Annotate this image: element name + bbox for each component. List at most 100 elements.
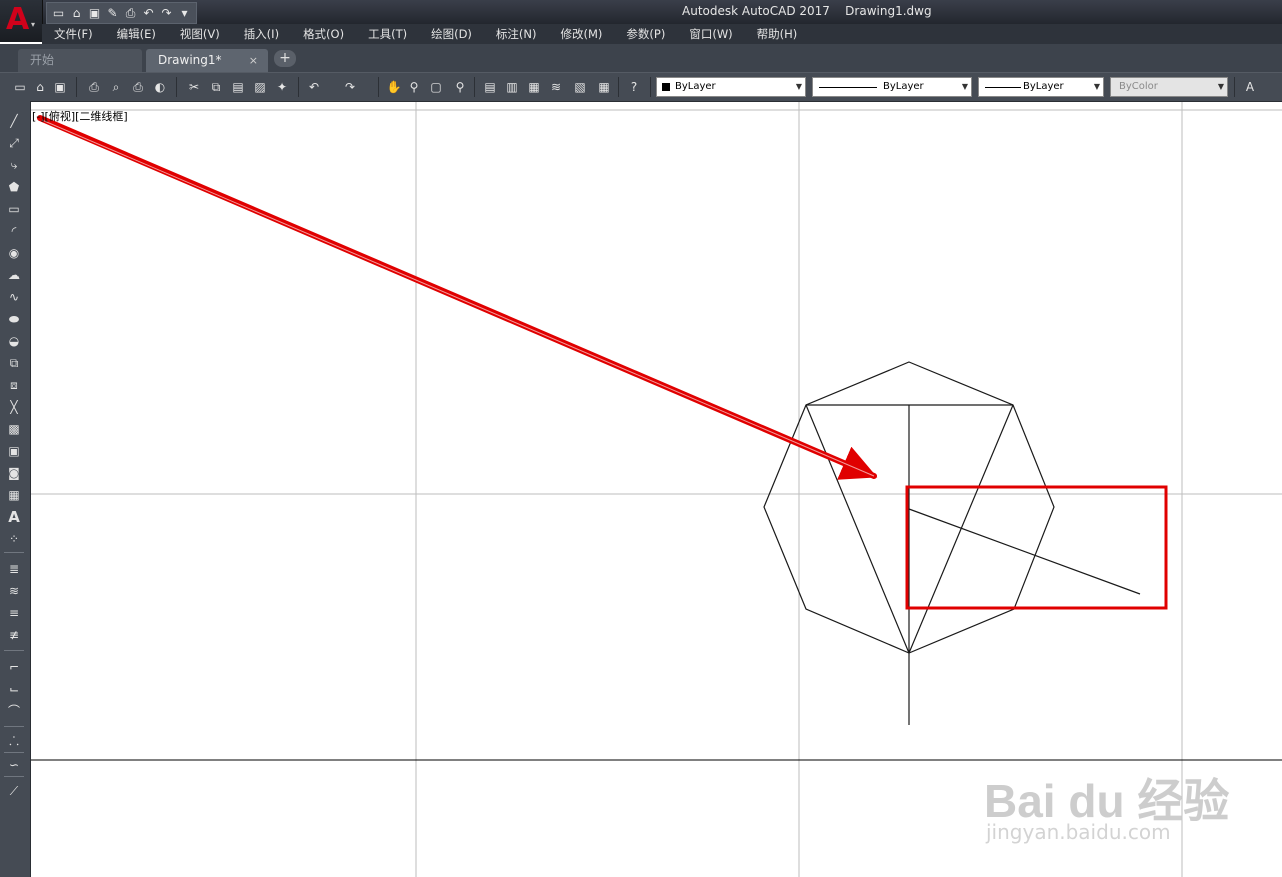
add-selected-icon[interactable]: ⁘ (5, 530, 23, 548)
layer-isolate-icon[interactable]: ≢ (5, 626, 23, 644)
linetype-control-value: ByLayer (883, 81, 924, 92)
edit-spline-icon[interactable]: ⸫ (5, 732, 23, 750)
sheet-set-icon[interactable]: ≋ (548, 79, 564, 95)
save-as-icon[interactable]: ✎ (105, 6, 120, 21)
blend-curves-icon[interactable]: ⌒ (5, 702, 23, 720)
chevron-down-icon: ▾ (31, 20, 36, 29)
redo-icon[interactable]: ↷ (159, 6, 174, 21)
layer-previous-icon[interactable]: ≋ (5, 582, 23, 600)
spline-icon[interactable]: ∿ (5, 288, 23, 306)
tool-palettes-icon[interactable]: ▦ (526, 79, 542, 95)
markup-icon[interactable]: ▧ (572, 79, 588, 95)
undo-icon[interactable]: ↶ (306, 79, 322, 95)
publish-icon[interactable]: ⎙ (130, 79, 146, 95)
layer-state-icon[interactable]: ≡ (5, 604, 23, 622)
color-control-select[interactable]: ByLayer ▼ (656, 77, 806, 97)
line-tool-icon[interactable]: ╱ (5, 112, 23, 130)
polyline-icon[interactable]: ⤷ (5, 156, 23, 174)
arc-icon[interactable]: ◜ (5, 222, 23, 240)
new-icon[interactable]: ▭ (12, 79, 28, 95)
menu-edit[interactable]: 编辑(E) (105, 26, 168, 42)
undo-icon[interactable]: ↶ (141, 6, 156, 21)
open-icon[interactable]: ⌂ (69, 6, 84, 21)
zoom-previous-icon[interactable]: ⚲ (452, 79, 468, 95)
help-icon[interactable]: ? (626, 79, 642, 95)
save-icon[interactable]: ▣ (52, 79, 68, 95)
paste-icon[interactable]: ▤ (230, 79, 246, 95)
polygon-icon[interactable]: ⬟ (5, 178, 23, 196)
render-icon[interactable]: ◐ (152, 79, 168, 95)
edit-polyline-icon[interactable]: ∽ (5, 756, 23, 774)
cut-icon[interactable]: ✂ (186, 79, 202, 95)
copy-icon[interactable]: ⧉ (208, 79, 224, 95)
drawing-canvas[interactable] (0, 0, 1282, 877)
match-properties-icon[interactable]: ▨ (252, 79, 268, 95)
text-style-icon[interactable]: A (1242, 79, 1258, 95)
save-icon[interactable]: ▣ (87, 6, 102, 21)
zoom-realtime-icon[interactable]: ⚲ (406, 79, 422, 95)
hatch-icon[interactable]: ▩ (5, 420, 23, 438)
application-menu-button[interactable]: A ▾ (0, 0, 43, 42)
draw-toolbar: ╱ ⤢ ⤷ ⬟ ▭ ◜ ◉ ☁ ∿ ⬬ ◒ ⧉ ⧈ ╳ ▩ ▣ ◙ ▦ A ⁘ … (0, 101, 31, 877)
pan-icon[interactable]: ✋ (386, 79, 402, 95)
menu-insert[interactable]: 插入(I) (232, 26, 291, 42)
lineweight-preview (985, 87, 1021, 88)
fillet-icon[interactable]: ⌐ (5, 658, 23, 676)
calculator-icon[interactable]: ▦ (596, 79, 612, 95)
chamfer-icon[interactable]: ⌙ (5, 680, 23, 698)
quick-access-toolbar: ▭ ⌂ ▣ ✎ ⎙ ↶ ↷ ▾ (46, 2, 197, 24)
point-icon[interactable]: ╳ (5, 398, 23, 416)
heptagon-drawing (763, 361, 1141, 725)
close-icon[interactable]: × (249, 49, 258, 72)
chevron-down-icon: ▼ (961, 82, 968, 91)
chevron-down-icon: ▼ (795, 82, 802, 91)
measure-icon[interactable]: ⟋ (5, 782, 23, 800)
insert-block-icon[interactable]: ⧉ (5, 354, 23, 372)
table-icon[interactable]: ▦ (5, 486, 23, 504)
print-icon[interactable]: ⎙ (86, 79, 102, 95)
menu-parametric[interactable]: 参数(P) (614, 26, 677, 42)
viewport-controls-label[interactable]: [-][俯视][二维线框] (32, 108, 128, 124)
chevron-down-icon: ▼ (1217, 82, 1224, 91)
new-icon[interactable]: ▭ (51, 6, 66, 21)
lineweight-control-select[interactable]: ByLayer ▼ (978, 77, 1104, 97)
circle-icon[interactable]: ◉ (5, 244, 23, 262)
block-editor-icon[interactable]: ✦ (274, 79, 290, 95)
linetype-preview (819, 87, 877, 88)
customize-icon[interactable]: ▾ (177, 6, 192, 21)
open-icon[interactable]: ⌂ (32, 79, 48, 95)
linetype-control-select[interactable]: ByLayer ▼ (812, 77, 972, 97)
menu-view[interactable]: 视图(V) (168, 26, 232, 42)
make-block-icon[interactable]: ⧈ (5, 376, 23, 394)
properties-icon[interactable]: ▤ (482, 79, 498, 95)
menu-window[interactable]: 窗口(W) (677, 26, 744, 42)
print-icon[interactable]: ⎙ (123, 6, 138, 21)
lineweight-control-value: ByLayer (1023, 81, 1064, 92)
rectangle-icon[interactable]: ▭ (5, 200, 23, 218)
document-tab-bar: 开始 Drawing1* × (0, 44, 1282, 72)
gradient-icon[interactable]: ▣ (5, 442, 23, 460)
menu-tools[interactable]: 工具(T) (356, 26, 419, 42)
region-icon[interactable]: ◙ (5, 464, 23, 482)
menu-format[interactable]: 格式(O) (291, 26, 356, 42)
menu-dimension[interactable]: 标注(N) (484, 26, 549, 42)
construction-line-icon[interactable]: ⤢ (5, 134, 23, 152)
redo-icon[interactable]: ↷ (342, 79, 358, 95)
menu-draw[interactable]: 绘图(D) (419, 26, 484, 42)
color-swatch (662, 83, 670, 91)
menu-modify[interactable]: 修改(M) (549, 26, 615, 42)
chevron-down-icon: ▼ (1093, 82, 1100, 91)
ellipse-icon[interactable]: ⬬ (5, 310, 23, 328)
tab-drawing1[interactable]: Drawing1* × (146, 49, 268, 72)
tab-start[interactable]: 开始 (18, 49, 142, 72)
revision-cloud-icon[interactable]: ☁ (5, 266, 23, 284)
design-center-icon[interactable]: ▥ (504, 79, 520, 95)
menu-file[interactable]: 文件(F) (42, 26, 105, 42)
new-tab-button[interactable]: + (274, 50, 296, 67)
layer-icon[interactable]: ≣ (5, 560, 23, 578)
zoom-window-icon[interactable]: ▢ (428, 79, 444, 95)
multiline-text-icon[interactable]: A (5, 508, 23, 526)
menu-help[interactable]: 帮助(H) (745, 26, 810, 42)
print-preview-icon[interactable]: ⌕ (108, 79, 124, 95)
ellipse-arc-icon[interactable]: ◒ (5, 332, 23, 350)
